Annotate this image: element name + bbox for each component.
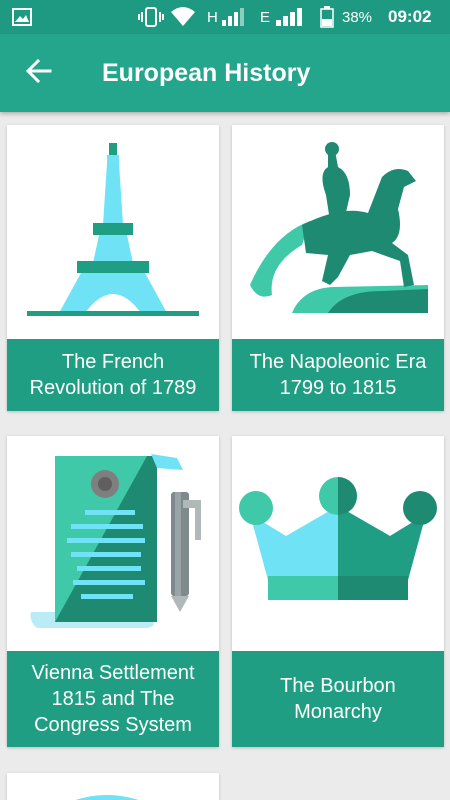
card-title: The Napoleonic Era 1799 to 1815: [232, 339, 444, 411]
gallery-notification-icon: [12, 0, 32, 34]
battery-icon: [320, 0, 334, 34]
wifi-icon: [170, 0, 196, 34]
crown-icon: [232, 436, 444, 650]
card-title: The Bourbon Monarchy: [232, 651, 444, 747]
equestrian-statue-icon: [232, 125, 444, 339]
arrow-back-icon: [25, 58, 52, 89]
status-bar: H E 38% 09:02: [0, 0, 450, 34]
card-title: Vienna Settlement 1815 and The Congress …: [7, 651, 219, 747]
card-french-revolution[interactable]: The French Revolution of 1789: [7, 125, 219, 411]
back-button[interactable]: [14, 48, 64, 98]
treaty-scroll-pen-icon: [7, 436, 219, 650]
app-bar: European History: [0, 34, 450, 112]
card-napoleonic-era[interactable]: The Napoleonic Era 1799 to 1815: [232, 125, 444, 411]
card-partial[interactable]: [7, 773, 219, 800]
signal-icon-2: [275, 0, 305, 34]
card-partial-icon: [7, 773, 219, 800]
network-type-h: H: [207, 8, 218, 26]
signal-icon: [221, 0, 245, 34]
card-bourbon-monarchy[interactable]: The Bourbon Monarchy: [232, 436, 444, 747]
vibrate-icon: [138, 0, 164, 34]
network-type-e: E: [260, 8, 271, 26]
card-title: The French Revolution of 1789: [7, 339, 219, 411]
eiffel-tower-icon: [7, 125, 219, 339]
page-title: European History: [102, 59, 311, 87]
card-vienna-settlement[interactable]: Vienna Settlement 1815 and The Congress …: [7, 436, 219, 747]
battery-percent: 38%: [342, 8, 373, 26]
clock: 09:02: [388, 7, 432, 26]
